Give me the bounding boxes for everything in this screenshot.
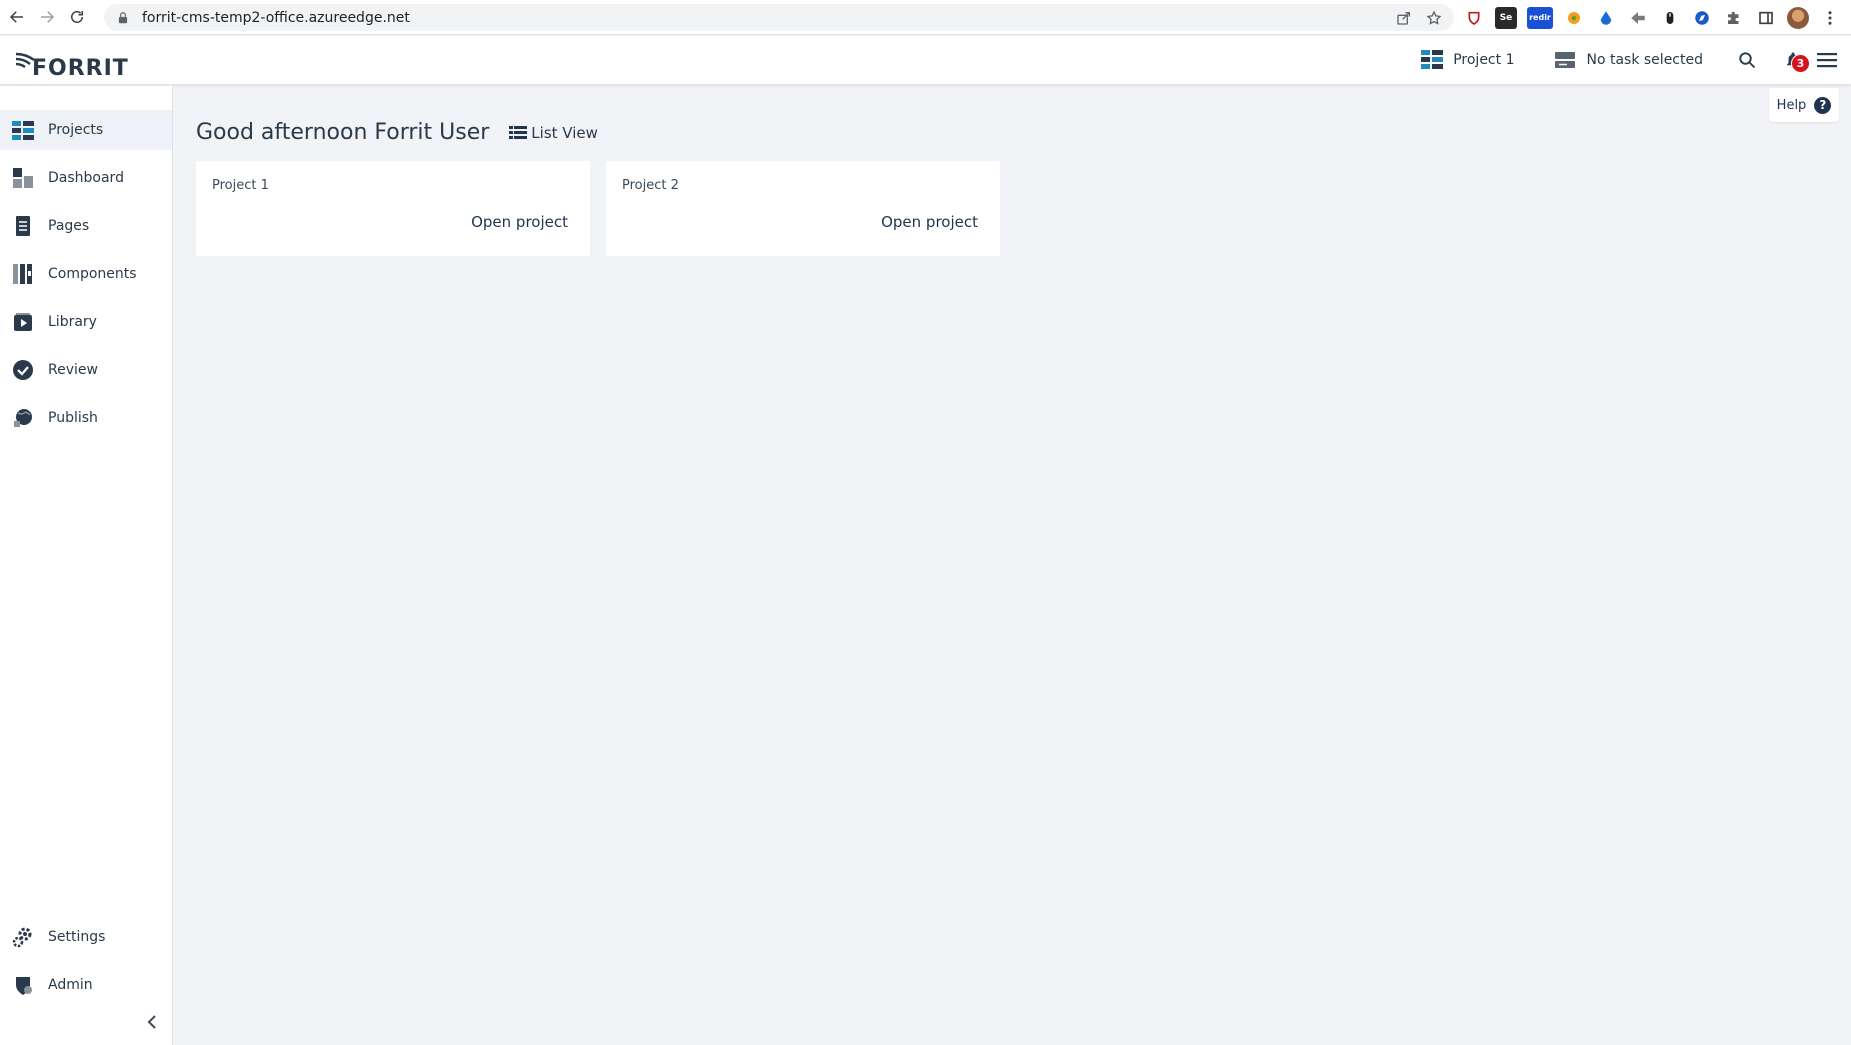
address-bar[interactable]: forrit-cms-temp2-office.azureedge.net [104,4,1454,31]
admin-shield-icon [16,977,32,995]
orange-extension-icon[interactable] [1563,7,1585,29]
sidebar-item-settings[interactable]: Settings [0,917,172,957]
sidebar-item-label: Review [48,362,98,378]
sidebar-item-label: Settings [48,929,106,945]
project-selector[interactable]: Project 1 [1421,50,1514,70]
app-header: FORRIT Project 1 No task selected 3 [0,36,1851,85]
dashboard-icon [13,168,33,188]
list-view-toggle[interactable]: List View [509,124,598,142]
puzzle-extension-icon[interactable] [1723,7,1745,29]
list-view-label: List View [531,123,598,142]
browser-toolbar: forrit-cms-temp2-office.azureedge.net Se… [0,0,1851,35]
sidebar-item-publish[interactable]: Publish [0,398,172,438]
hamburger-menu-icon[interactable] [1813,46,1841,74]
project-card: Project 2 Open project [606,161,1000,256]
shield-extension-icon[interactable] [1463,7,1485,29]
page-icon [16,216,30,236]
sidebar-item-label: Library [48,314,97,330]
url-text: forrit-cms-temp2-office.azureedge.net [142,9,410,26]
blue-drop-extension-icon[interactable] [1595,7,1617,29]
reload-icon[interactable] [62,2,92,32]
logo-text: FORRIT [32,56,129,81]
mouse-extension-icon[interactable] [1659,7,1681,29]
help-question-icon: ? [1814,96,1832,114]
sidebar-item-admin[interactable]: Admin [0,965,172,1005]
library-play-icon [14,313,32,331]
open-project-link[interactable]: Open project [471,213,568,231]
project-card: Project 1 Open project [196,161,590,256]
sidebar-item-label: Publish [48,410,98,426]
sidebar-item-pages[interactable]: Pages [0,206,172,246]
sidebar-item-library[interactable]: Library [0,302,172,342]
lock-icon [118,11,128,23]
components-icon [13,264,32,284]
profile-avatar[interactable] [1787,6,1809,29]
back-icon[interactable] [2,2,32,32]
notifications-bell-icon[interactable]: 3 [1779,46,1810,74]
sidebar-item-components[interactable]: Components [0,254,172,294]
task-label: No task selected [1586,52,1703,68]
notifications-badge: 3 [1791,54,1810,73]
task-icon [1555,52,1576,68]
help-label: Help [1776,97,1807,113]
collapse-sidebar-chevron-icon[interactable] [142,1012,162,1032]
settings-gear-icon [12,927,32,948]
page-title: Good afternoon Forrit User [196,120,490,145]
project-card-title: Project 1 [212,178,269,193]
sidebar-item-label: Components [48,266,137,282]
selenium-extension-icon[interactable]: Se [1495,6,1517,29]
forward-icon[interactable] [32,2,62,32]
side-panel-icon[interactable] [1755,7,1777,29]
browser-menu-icon[interactable] [1819,7,1841,29]
sidebar-item-projects[interactable]: Projects [0,110,172,150]
project-card-title: Project 2 [622,178,679,193]
list-icon [509,125,528,139]
search-icon[interactable] [1733,46,1761,74]
open-project-link[interactable]: Open project [881,213,978,231]
sidebar-item-label: Admin [48,977,93,993]
sidebar-item-label: Pages [48,218,90,234]
review-check-icon [13,360,33,380]
extensions-bar: Se redir [1463,4,1851,31]
share-icon[interactable] [1396,10,1412,26]
grey-arrow-extension-icon[interactable] [1627,7,1649,29]
projects-grid-icon [12,121,34,140]
forrit-logo[interactable]: FORRIT [14,44,129,80]
bookmark-star-icon[interactable] [1426,9,1442,26]
current-project-label: Project 1 [1453,52,1515,68]
help-button[interactable]: Help ? [1769,88,1839,122]
redirect-extension-icon[interactable]: redir [1527,6,1553,29]
sidebar-item-dashboard[interactable]: Dashboard [0,158,172,198]
task-selector[interactable]: No task selected [1554,51,1703,69]
sidebar-item-review[interactable]: Review [0,350,172,390]
projects-grid-icon [1421,50,1444,69]
sidebar-item-label: Dashboard [48,170,124,186]
sidebar-item-label: Projects [48,122,104,138]
publish-globe-icon [14,409,32,427]
sidebar: Projects Dashboard Pages Components Libr… [0,86,173,1045]
compass-extension-icon[interactable] [1691,7,1713,29]
main-content: Help ? Good afternoon Forrit User List V… [174,86,1851,1045]
